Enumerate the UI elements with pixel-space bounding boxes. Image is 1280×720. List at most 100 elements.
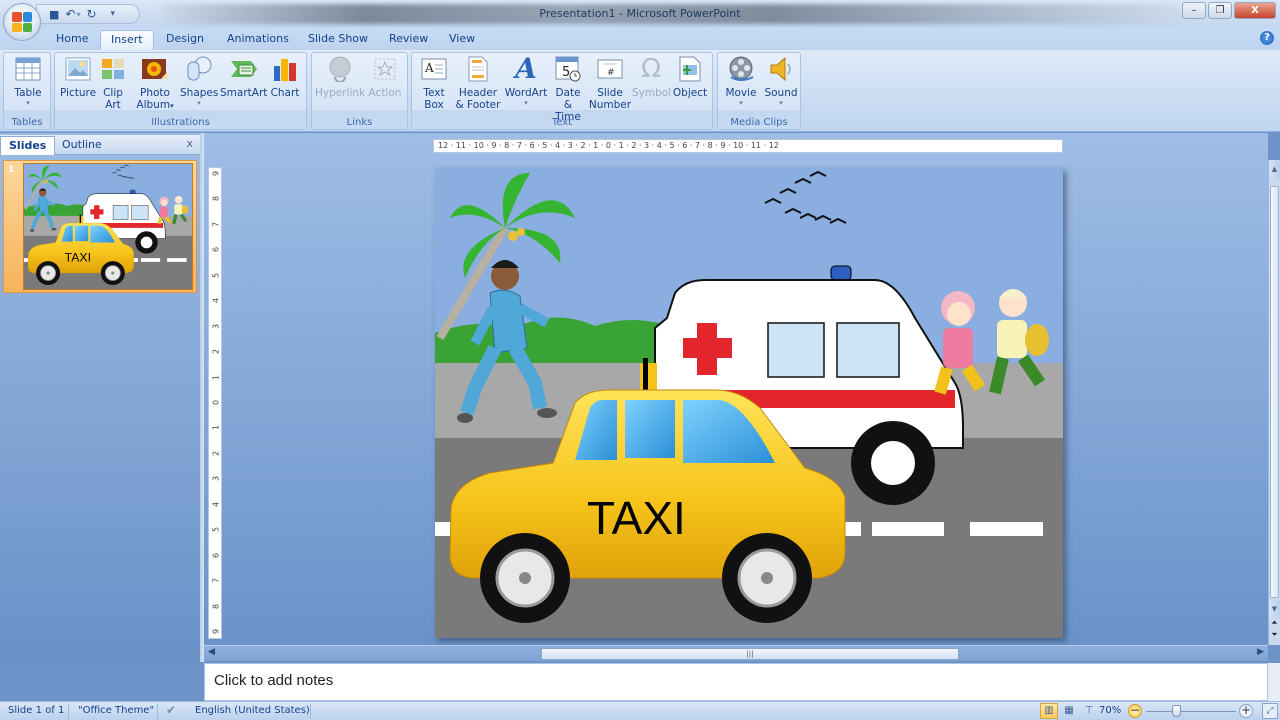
slide-thumbnail-image (23, 163, 193, 290)
save-icon[interactable]: ■ (49, 8, 59, 21)
theme-name[interactable]: "Office Theme" (78, 705, 154, 716)
tab-design[interactable]: Design (156, 30, 214, 50)
slide-thumbnail-1[interactable]: 1 (3, 160, 197, 293)
notes-scrollbar[interactable] (1268, 663, 1280, 701)
date-time-button[interactable]: 5 Date & Time (550, 55, 586, 123)
svg-text:A: A (424, 61, 434, 75)
hyperlink-icon (326, 55, 354, 83)
scroll-down-icon[interactable]: ▼ (1269, 600, 1280, 618)
undo-dropdown-icon[interactable]: ▾ (76, 10, 80, 19)
group-label-illustrations: Illustrations (151, 117, 210, 128)
vertical-scrollbar[interactable]: ▲ ▼ ⏶ ⏷ (1268, 160, 1280, 645)
slide-canvas[interactable]: TAXI (435, 168, 1063, 638)
minimize-button[interactable]: – (1182, 2, 1206, 19)
object-icon (676, 55, 704, 83)
ruler-tick-label: 3 (211, 323, 221, 329)
undo-icon[interactable]: ↶ (65, 7, 75, 21)
normal-view-icon[interactable]: ▥ (1040, 703, 1058, 719)
spell-check-icon[interactable]: ✔ (166, 703, 176, 717)
movie-icon (727, 55, 755, 83)
object-button[interactable]: Object (670, 55, 710, 99)
scroll-right-icon[interactable]: ▶ (1257, 647, 1264, 657)
svg-text:#: # (607, 68, 615, 78)
tab-view[interactable]: View (439, 30, 485, 50)
customize-qat-icon[interactable]: ▾ (111, 9, 116, 19)
ruler-tick-label: 8 (211, 196, 221, 202)
next-slide-icon[interactable]: ⏷ (1269, 630, 1280, 640)
notes-input[interactable]: Click to add notes (204, 663, 1268, 701)
smartart-button[interactable]: SmartArt (220, 55, 267, 99)
symbol-button[interactable]: Ω Symbol (632, 54, 671, 99)
slide-number-icon: # (596, 55, 624, 83)
picture-button[interactable]: Picture (59, 55, 97, 99)
photo-album-icon (141, 55, 169, 83)
slides-pane: Slides Outline x 1 (0, 133, 200, 662)
tab-animations[interactable]: Animations (217, 30, 299, 50)
scroll-up-icon[interactable]: ▲ (1269, 160, 1280, 178)
tab-home[interactable]: Home (46, 30, 98, 50)
ruler-tick-label: 0 (211, 399, 221, 406)
close-button[interactable]: X (1234, 2, 1276, 19)
restore-button[interactable]: ❐ (1208, 2, 1232, 19)
zoom-slider-track[interactable] (1146, 711, 1236, 712)
slide-scene: TAXI (435, 168, 1063, 638)
close-pane-icon[interactable]: x (186, 137, 193, 150)
movie-button[interactable]: Movie ▾ (722, 55, 760, 107)
tab-slides[interactable]: Slides (0, 136, 56, 155)
redo-icon[interactable]: ↻ (86, 7, 96, 21)
shapes-button[interactable]: Shapes ▾ (180, 55, 218, 107)
ruler-tick-label: 9 (211, 170, 221, 177)
ruler-tick-label: 4 (211, 298, 221, 304)
horizontal-scroll-thumb[interactable]: ||| (541, 648, 959, 660)
ruler-tick-label: 7 (211, 221, 221, 227)
sound-icon (767, 55, 795, 83)
zoom-in-icon[interactable]: + (1239, 704, 1253, 718)
group-illustrations: Picture Clip Art Photo Album▾ Shapes ▾ S… (54, 52, 307, 130)
zoom-level[interactable]: 70% (1099, 705, 1121, 716)
tab-insert[interactable]: Insert (100, 30, 154, 50)
slide-count: Slide 1 of 1 (8, 705, 65, 716)
sound-button[interactable]: Sound ▾ (762, 55, 800, 107)
pane-tabs: Slides Outline x (0, 135, 200, 155)
ruler-tick-label: 6 (211, 552, 221, 558)
language[interactable]: English (United States) (195, 705, 310, 716)
tab-slide-show[interactable]: Slide Show (298, 30, 378, 50)
previous-slide-icon[interactable]: ⏶ (1269, 618, 1280, 628)
table-button[interactable]: Table ▾ (8, 55, 48, 107)
window-controls: – ❐ X (1182, 2, 1276, 19)
fit-to-window-icon[interactable]: ⤢ (1262, 703, 1278, 719)
zoom-out-icon[interactable]: − (1128, 704, 1142, 718)
tab-review[interactable]: Review (379, 30, 438, 50)
ruler-tick-label: 1 (211, 425, 221, 431)
ruler-tick-label: 8 (211, 603, 221, 609)
hyperlink-button[interactable]: Hyperlink (315, 55, 365, 99)
office-button[interactable] (3, 3, 41, 41)
slide-show-view-icon[interactable]: ⊤ (1080, 703, 1098, 719)
slide-number-button[interactable]: # Slide Number (588, 55, 632, 111)
symbol-icon: Ω (641, 54, 661, 84)
scroll-left-icon[interactable]: ◀ (208, 647, 215, 657)
slide-sorter-icon[interactable]: ▦ (1060, 703, 1078, 719)
ruler-tick-label: 4 (211, 501, 221, 507)
chart-icon (271, 55, 299, 83)
vertical-ruler: 9 8 7 6 5 4 3 2 1 0 1 2 3 4 5 6 7 8 9 (208, 167, 222, 639)
header-footer-button[interactable]: Header & Footer (454, 55, 502, 111)
ruler-tick-label: 1 (211, 374, 221, 380)
text-box-button[interactable]: A Text Box (416, 55, 452, 111)
action-icon (371, 55, 399, 83)
wordart-button[interactable]: A WordArt ▾ (504, 55, 548, 108)
vertical-scroll-thumb[interactable] (1270, 186, 1279, 598)
ruler-tick-label: 5 (211, 527, 221, 533)
picture-icon (64, 55, 92, 83)
window-title: Presentation1 - Microsoft PowerPoint (539, 7, 741, 20)
chart-button[interactable]: Chart (268, 55, 302, 99)
zoom-slider-thumb[interactable] (1172, 705, 1181, 717)
horizontal-scrollbar[interactable]: ◀ ||| ▶ (204, 645, 1268, 661)
ruler-tick-label: 2 (211, 450, 221, 456)
text-box-icon: A (420, 55, 448, 83)
action-button[interactable]: Action (365, 55, 405, 99)
help-icon[interactable]: ? (1260, 31, 1274, 45)
tab-outline[interactable]: Outline (54, 136, 110, 155)
photo-album-button[interactable]: Photo Album▾ (133, 55, 177, 112)
clip-art-button[interactable]: Clip Art (99, 55, 127, 111)
